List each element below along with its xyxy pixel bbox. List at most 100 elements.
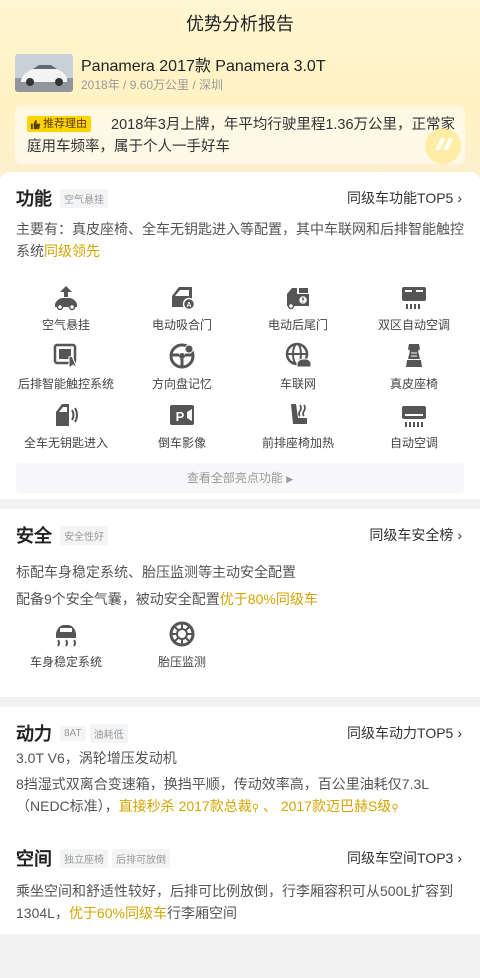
section-divider xyxy=(0,697,480,707)
features-desc-highlight: 同级领先 xyxy=(44,243,100,259)
safety-tag: 安全性好 xyxy=(60,525,108,545)
feature-label: 后排智能触控系统 xyxy=(17,377,114,391)
feature-label: 电动吸合门 xyxy=(151,318,212,332)
feature-label: 自动空调 xyxy=(389,436,438,450)
feature-label: 电动后尾门 xyxy=(267,318,328,332)
feature-label: 双区自动空调 xyxy=(377,318,450,332)
space-desc-highlight: 优于60%同级车 xyxy=(68,905,167,921)
air-suspension-icon xyxy=(55,286,77,311)
feature-item[interactable]: 电动后尾门 xyxy=(240,282,356,341)
recommend-reason-text: 2018年3月上牌，年平均行驶里程1.36万公里，正常家庭用车频率，属于个人一手… xyxy=(27,117,456,155)
power-line2-highlight: 直接秒杀 xyxy=(118,798,175,814)
compare-separator: 、 xyxy=(262,798,277,814)
connected-car-icon xyxy=(285,342,312,368)
feature-label: 方向盘记忆 xyxy=(151,377,212,391)
features-description: 主要有：真皮座椅、全车无钥匙进入等配置，其中车联网和后排智能触控系统同级领先 xyxy=(16,218,466,262)
car-meta: 2018年 / 9.60万公里 / 深圳 xyxy=(81,78,224,92)
safety-label: 车身稳定系统 xyxy=(29,655,102,669)
feature-item[interactable]: 后排智能触控系统 xyxy=(8,341,124,400)
feature-label: 倒车影像 xyxy=(157,436,206,450)
safety-line2-text: 配备9个安全气囊，被动安全配置 xyxy=(16,591,220,607)
reverse-camera-icon: P xyxy=(170,405,194,425)
safety-rank-link[interactable]: 同级车安全榜 › xyxy=(369,525,462,545)
power-title: 动力 xyxy=(16,724,52,744)
safety-line2: 配备9个安全气囊，被动安全配置优于80%同级车 xyxy=(16,588,466,610)
compare-link-1[interactable]: 2017款总裁⚲ xyxy=(179,798,259,814)
report-header: 优势分析报告 Panamera 2017款 Panamera 3.0T 2018… xyxy=(0,0,480,178)
feature-grid: 空气悬挂 A 电动吸合门 电动后尾门 双区自动空调 后排智能触控系统 方向盘记忆 xyxy=(8,282,472,459)
power-top5-label: 同级车动力TOP5 xyxy=(347,725,454,741)
rear-touch-control-icon xyxy=(53,343,79,370)
keyless-entry-icon xyxy=(56,404,78,426)
features-top5-link[interactable]: 同级车功能TOP5 › xyxy=(347,188,462,208)
space-tag: 独立座椅 xyxy=(60,848,108,868)
space-header: 空间 独立座椅 后排可放倒 xyxy=(16,846,170,870)
seat-heating-icon xyxy=(291,404,307,424)
car-thumbnail[interactable] xyxy=(15,54,73,92)
features-title: 功能 xyxy=(16,189,52,209)
section-divider xyxy=(0,499,480,509)
space-top3-label: 同级车空间TOP3 xyxy=(347,850,454,866)
safety-item[interactable]: 车身稳定系统 xyxy=(8,619,124,678)
safety-line2-highlight: 优于80%同级车 xyxy=(219,591,318,607)
feature-item[interactable]: 空气悬挂 xyxy=(8,282,124,341)
feature-item[interactable]: 全车无钥匙进入 xyxy=(8,400,124,459)
feature-label: 车联网 xyxy=(279,377,316,391)
feature-label: 空气悬挂 xyxy=(41,318,90,332)
feature-item[interactable]: A 电动吸合门 xyxy=(124,282,240,341)
thumbs-up-icon xyxy=(30,119,41,129)
svg-text:A: A xyxy=(186,302,191,309)
power-tag: 8AT xyxy=(60,725,86,741)
feature-item[interactable]: 方向盘记忆 xyxy=(124,341,240,400)
recommend-reason-card: 2018年3月上牌，年平均行驶里程1.36万公里，正常家庭用车频率，属于个人一手… xyxy=(15,106,465,164)
power-header: 动力 8AT 油耗低 xyxy=(16,721,128,745)
feature-item[interactable]: P 倒车影像 xyxy=(124,400,240,459)
safety-line1: 标配车身稳定系统、胎压监测等主动安全配置 xyxy=(16,564,296,580)
space-tag: 后排可放倒 xyxy=(112,848,170,868)
power-line1: 3.0T V6，涡轮增压发动机 xyxy=(16,750,177,766)
auto-ac-icon xyxy=(402,406,426,427)
features-section: 功能 空气悬挂 同级车功能TOP5 › 主要有：真皮座椅、全车无钥匙进入等配置，其… xyxy=(0,172,480,499)
features-top5-label: 同级车功能TOP5 xyxy=(347,190,454,206)
space-section: 空间 独立座椅 后排可放倒 同级车空间TOP3 › 乘坐空间和舒适性较好，后排可比… xyxy=(0,832,480,934)
recommend-badge-label: 推荐理由 xyxy=(43,118,87,130)
feature-item[interactable]: 前排座椅加热 xyxy=(240,400,356,459)
electric-door-icon: A xyxy=(172,287,196,311)
power-top5-link[interactable]: 同级车动力TOP5 › xyxy=(347,723,462,743)
feature-item[interactable]: 车联网 xyxy=(240,341,356,400)
view-all-features-label: 查看全部亮点功能 xyxy=(186,471,283,485)
safety-rank-label: 同级车安全榜 xyxy=(369,527,454,543)
space-title: 空间 xyxy=(16,849,52,869)
feature-label: 全车无钥匙进入 xyxy=(23,436,108,450)
feature-item[interactable]: 自动空调 xyxy=(356,400,472,459)
safety-label: 胎压监测 xyxy=(157,655,206,669)
compare-link-2-label: 2017款迈巴赫S级 xyxy=(280,798,392,814)
safety-item[interactable]: 胎压监测 xyxy=(124,619,240,678)
feature-label: 前排座椅加热 xyxy=(261,436,334,450)
power-line2: 8挡湿式双离合变速箱，换挡平顺，传动效率高，百公里油耗仅7.3L（NEDC标准）… xyxy=(16,773,466,820)
tire-pressure-icon xyxy=(169,621,195,647)
car-summary[interactable]: Panamera 2017款 Panamera 3.0T 2018年 / 9.6… xyxy=(15,52,465,94)
safety-header: 安全 安全性好 xyxy=(16,523,108,547)
power-section: 动力 8AT 油耗低 同级车动力TOP5 › 3.0T V6，涡轮增压发动机 8挡… xyxy=(0,707,480,832)
power-tag: 油耗低 xyxy=(89,723,128,743)
feature-item[interactable]: 真皮座椅 xyxy=(356,341,472,400)
view-all-features-button[interactable]: 查看全部亮点功能 ▶ xyxy=(16,463,464,493)
features-tag: 空气悬挂 xyxy=(60,188,108,208)
space-top3-link[interactable]: 同级车空间TOP3 › xyxy=(347,848,462,868)
feature-item[interactable]: 双区自动空调 xyxy=(356,282,472,341)
chevron-right-icon: › xyxy=(457,725,462,741)
quote-decoration-icon xyxy=(425,128,461,164)
safety-section: 安全 安全性好 同级车安全榜 › 标配车身稳定系统、胎压监测等主动安全配置 配备9… xyxy=(0,509,480,697)
page-bottom xyxy=(0,934,480,978)
search-icon: ⚲ xyxy=(391,803,399,814)
chevron-right-icon: › xyxy=(457,527,462,543)
svg-text:P: P xyxy=(176,409,185,424)
steering-memory-icon xyxy=(169,343,195,369)
search-icon: ⚲ xyxy=(251,803,260,814)
recommend-badge: 推荐理由 xyxy=(27,116,91,132)
page-title: 优势分析报告 xyxy=(186,14,294,34)
car-name: Panamera 2017款 Panamera 3.0T xyxy=(81,58,326,75)
compare-link-2[interactable]: 2017款迈巴赫S级⚲ xyxy=(281,798,399,814)
chevron-right-icon: › xyxy=(457,190,462,206)
